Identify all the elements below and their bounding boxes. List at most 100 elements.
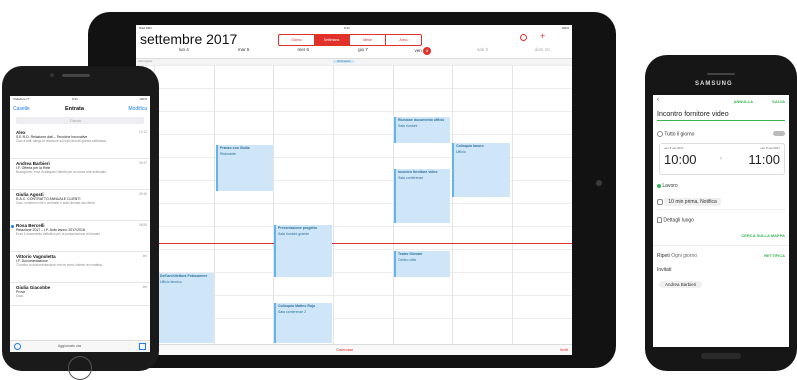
location-label: Dettagli luogo [663,217,694,224]
add-event-icon[interactable]: + [540,31,545,41]
repeat-value: Ogni giorno [671,253,698,259]
tab-settimana[interactable]: Settimana [314,35,349,45]
day-header-thu[interactable]: gio 7 [333,47,393,57]
mail-row[interactable]: Giulia Agosti 09:30 R.A.C. CONTRATTO ANN… [10,190,150,221]
day-header-mon[interactable]: lun 4 [154,47,214,57]
mail-row[interactable]: Andrea Barbieri 09:47 I.F. Offerta per l… [10,159,150,190]
map-link[interactable]: CERCA SULLA MAPPA [741,233,785,238]
event-title-field[interactable]: Incontro fornitore video [657,111,785,121]
calendar-event[interactable]: Dell'architettura Fotocamere Ufficio tec… [156,273,214,343]
event-subtitle: Ristorante [220,151,236,156]
mail-time: ieri [142,285,147,289]
calendars-button[interactable]: Calendari [336,347,353,352]
ipad-home-button[interactable] [596,180,602,186]
tab-mese[interactable]: Mese [349,35,385,45]
calendar-event[interactable]: Colloquio Matteo Ruju Sala conferenze 2 [274,303,332,343]
save-button[interactable]: SALVA [772,99,785,104]
day-header-wed[interactable]: mer 6 [273,47,333,57]
mail-row[interactable]: Giulia Giacobbe ieri Prove Ciao! [10,283,150,306]
event-subtitle: Ufficio [456,149,466,154]
galaxy-home-button[interactable] [701,353,741,359]
mail-time: ieri [142,254,147,258]
repeat-label: Ripeti [657,253,670,259]
iphone-speaker [62,74,90,77]
calendar-event[interactable]: Teatro Giovani Centro città [394,251,450,277]
iphone-home-button[interactable] [68,356,92,380]
start-time[interactable]: 10:00 [664,152,697,167]
allday-event[interactable]: Inizio lavoro [333,60,355,63]
mail-preview: Ciao, confermo che il contratto è stato … [16,201,96,205]
reminder-value: 10 min prima, Notifica [664,198,721,207]
mail-row[interactable]: Alex 10:12 S.E.R.D. Relazione dati – Tec… [10,128,150,159]
calendar-label: Lavoro [662,183,678,189]
ipad-status-battery: 100% [561,26,569,30]
mail-time: 09:30 [139,192,147,196]
week-grid: 08:00 09:00 10:00 11:00 12:00 13:00 14:0… [136,65,572,345]
day-header-sun[interactable]: dom 10 [512,47,572,57]
event-subtitle: Sala riunioni [398,123,418,128]
calendar-event[interactable]: Colloquio lavoro Ufficio [452,143,510,197]
ipad-screen: iPad WiFi 9:41 100% settembre 2017 Giorn… [136,25,572,355]
location-row[interactable]: Dettagli luogo [657,217,785,223]
event-subtitle: Sala conferenze [398,175,424,180]
start-date[interactable]: ven 8 set 2017 [664,146,684,150]
mail-toolbar: Aggiornato ora [10,340,150,352]
iphone-screen: Vodafone IT 9:41 100% Caselle Entrata Mo… [10,96,150,352]
calendar-event[interactable]: Incontro fornitore video Sala conferenze [394,169,450,223]
invitee-chip[interactable]: Andrea Barbieri [659,281,703,288]
mail-sender: Giulia Giacobbe [16,285,51,290]
reminder-row[interactable]: 10 min prima, Notifica [657,198,785,210]
event-subtitle: Sala conferenze 2 [278,309,307,314]
arrow-right-icon: › [720,156,722,162]
divider [653,245,789,246]
repeat-action[interactable]: RETTIFICA [764,253,785,258]
mail-row[interactable]: Rosa Bercelli 08:55 Relazione 2017 – I.F… [10,221,150,252]
current-time-line [154,243,572,244]
month-title: settembre 2017 [140,31,238,47]
mail-row[interactable]: Vittorio Vagnoletta ieri I.F. Documentaz… [10,252,150,283]
iphone-device: Vodafone IT 9:41 100% Caselle Entrata Mo… [2,66,159,380]
bell-icon [657,199,663,205]
back-button[interactable]: Caselle [13,106,30,112]
day-header-tue[interactable]: mar 5 [214,47,274,57]
mail-time: 08:55 [139,223,147,227]
tab-giorno[interactable]: Giorno [279,35,314,45]
calendar-event[interactable]: Pranzo con Giulia Ristorante [216,145,273,191]
calendar-event[interactable]: Riunione documento ufficio Sala riunioni [394,117,450,143]
event-subtitle: Ufficio tecnico [160,279,182,284]
ipad-bottom-toolbar: Oggi Calendari Inviti [136,344,572,355]
mail-time: 10:12 [139,130,147,134]
iphone-status-carrier: Vodafone IT [13,97,30,101]
date-time-card: ven 8 set 2017 10:00 › ven 8 set 2017 11… [659,143,785,175]
calendar-event[interactable]: Presentazione progetto Sala riunioni gra… [274,225,332,277]
nav-title: Entrata [65,106,84,112]
mail-sender: Vittorio Vagnoletta [16,254,56,259]
tab-anno[interactable]: Anno [385,35,421,45]
ipad-device: iPad WiFi 9:41 100% settembre 2017 Giorn… [88,12,616,368]
day-header-sat[interactable]: sab 9 [453,47,513,57]
mail-sender: Rosa Bercelli [16,223,45,228]
allday-toggle[interactable] [773,131,785,136]
cancel-button[interactable]: ANNULLA [734,99,753,104]
inbox-button[interactable]: Inviti [560,347,568,352]
back-arrow-icon[interactable]: ‹ [657,97,659,103]
filter-icon[interactable] [14,343,21,350]
search-icon[interactable] [520,34,527,41]
galaxy-speaker [707,73,735,75]
repeat-row[interactable]: Ripeti Ogni giorno RETTIFICA [657,253,785,259]
edit-button[interactable]: Modifica [128,106,147,112]
invitees-label: Invitati [657,267,672,273]
mail-nav-bar: Caselle Entrata Modifica [10,103,150,115]
day-header-fri[interactable]: ven 8 [393,47,453,57]
end-date[interactable]: ven 8 set 2017 [760,146,780,150]
ipad-status-time: 9:41 [344,26,350,30]
calendar-row[interactable]: Lavoro [657,183,785,189]
search-field[interactable]: Cerca [16,117,144,124]
end-time[interactable]: 11:00 [748,152,780,167]
compose-icon[interactable] [139,343,146,350]
day-header-fri-label: ven [414,48,422,53]
unread-dot-icon [11,225,14,228]
iphone-camera-icon [50,73,54,77]
iphone-status-time: 9:41 [72,97,78,101]
mail-preview: Ciao! [16,294,24,298]
